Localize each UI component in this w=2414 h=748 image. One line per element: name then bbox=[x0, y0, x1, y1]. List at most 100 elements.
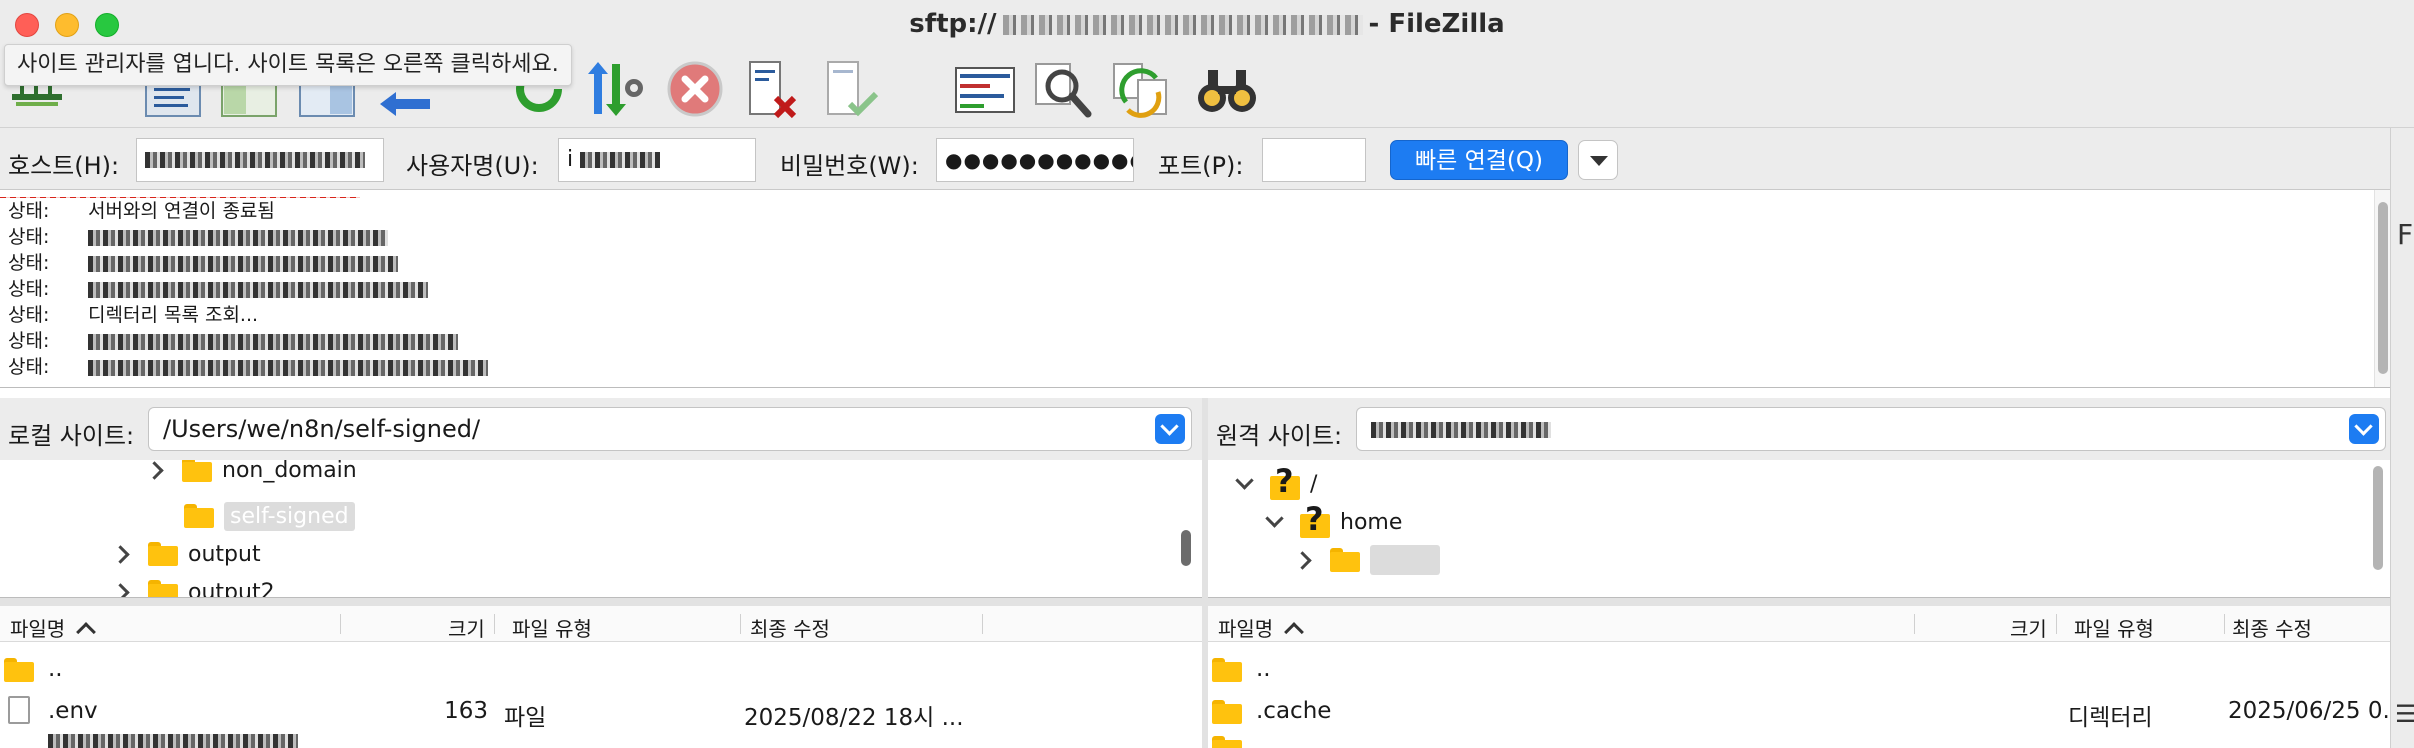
local-file-list-header: 파일명 크기 파일 유형 최종 수정 bbox=[0, 606, 1202, 642]
redacted-user-dir bbox=[1370, 545, 1440, 575]
local-path-combobox[interactable]: /Users/we/n8n/self-signed/ bbox=[148, 407, 1192, 451]
unknown-folder-icon bbox=[1300, 500, 1330, 538]
log-entry: 상태: bbox=[0, 328, 2390, 354]
chevron-right-icon[interactable] bbox=[110, 581, 132, 597]
column-size[interactable]: 크기 bbox=[448, 613, 485, 642]
column-type[interactable]: 파일 유형 bbox=[512, 613, 592, 642]
column-filename[interactable]: 파일명 bbox=[10, 613, 97, 642]
redacted-username bbox=[580, 152, 661, 168]
column-size[interactable]: 크기 bbox=[2010, 613, 2047, 642]
remote-file-list-header: 파일명 크기 파일 유형 최종 수정 bbox=[1208, 606, 2390, 642]
message-log: 상태: 서버와의 연결이 종료됨 상태: 상태: 상태: 상태: 디렉터리 목록 조회...… bbox=[0, 190, 2390, 388]
synchronized-browsing-button[interactable] bbox=[1108, 56, 1174, 122]
remote-tree-scrollbar[interactable] bbox=[2370, 460, 2390, 597]
chevron-down-icon[interactable] bbox=[1232, 473, 1254, 495]
redacted-log-text bbox=[88, 281, 428, 298]
log-entry: 상태: bbox=[0, 276, 2390, 302]
find-files-button[interactable] bbox=[1194, 56, 1260, 122]
local-file-list: 파일명 크기 파일 유형 최종 수정 .. .env 163 파일 2025/0… bbox=[0, 606, 1202, 748]
quickconnect-button[interactable]: 빠른 연결(Q) bbox=[1390, 140, 1568, 180]
cancel-operation-button[interactable] bbox=[662, 56, 728, 122]
redacted-host-value bbox=[145, 152, 365, 168]
username-label: 사용자명(U): bbox=[406, 152, 539, 180]
window-right-edge: F ☰ bbox=[2390, 128, 2414, 748]
filter-search-button[interactable] bbox=[1030, 56, 1096, 122]
quickconnect-bar: 호스트(H): 사용자명(U): i 비밀번호(W): ●●●●●●●●●●●●… bbox=[0, 128, 2414, 190]
log-scroll-thumb[interactable] bbox=[2378, 202, 2388, 374]
local-tree-scrollbar[interactable] bbox=[1178, 460, 1198, 597]
tree-item-non-domain[interactable]: non_domain bbox=[144, 460, 357, 488]
chevron-down-icon[interactable] bbox=[1262, 511, 1284, 533]
reconnect-icon bbox=[827, 61, 879, 117]
column-type[interactable]: 파일 유형 bbox=[2074, 613, 2154, 642]
tree-item-output[interactable]: output bbox=[110, 536, 261, 572]
table-row-partial[interactable] bbox=[1208, 732, 2390, 748]
username-input[interactable]: i bbox=[558, 138, 756, 182]
tree-item-output2[interactable]: output2 bbox=[110, 574, 275, 597]
remote-path-combobox[interactable] bbox=[1356, 407, 2386, 451]
column-modified[interactable]: 최종 수정 bbox=[750, 613, 830, 642]
redacted-log-text bbox=[88, 333, 458, 350]
redacted-log-text bbox=[88, 359, 488, 376]
cancel-icon bbox=[667, 61, 723, 117]
sort-ascending-icon bbox=[1284, 622, 1305, 642]
disconnect-button[interactable] bbox=[740, 56, 806, 122]
folder-icon bbox=[148, 580, 178, 597]
table-row[interactable]: .cache 디렉터리 2025/06/25 0... bbox=[1208, 690, 2390, 732]
host-input[interactable] bbox=[136, 138, 384, 182]
folder-icon bbox=[148, 542, 178, 566]
remote-path-dropdown-icon[interactable] bbox=[2349, 414, 2379, 444]
redacted-log-text bbox=[88, 255, 398, 272]
port-label: 포트(P): bbox=[1158, 152, 1244, 180]
quickconnect-history-dropdown[interactable] bbox=[1578, 140, 1618, 180]
redacted-host bbox=[1002, 14, 1363, 35]
search-icon bbox=[1035, 63, 1092, 118]
table-row[interactable]: .. bbox=[1208, 648, 2390, 690]
process-queue-button[interactable] bbox=[584, 56, 650, 122]
log-entry: 상태: bbox=[0, 224, 2390, 250]
host-label: 호스트(H): bbox=[8, 152, 120, 180]
unknown-folder-icon bbox=[1270, 462, 1300, 500]
remote-file-list: 파일명 크기 파일 유형 최종 수정 .. .cache 디렉터리 2025/0… bbox=[1208, 606, 2390, 748]
chevron-right-icon[interactable] bbox=[144, 460, 166, 481]
folder-icon bbox=[1212, 700, 1242, 724]
log-partial-line bbox=[0, 190, 2390, 198]
log-entry: 상태: 디렉터리 목록 조회... bbox=[8, 304, 259, 326]
chevron-right-icon[interactable] bbox=[110, 543, 132, 565]
remote-tree-scroll-thumb[interactable] bbox=[2373, 466, 2383, 570]
local-site-bar: 로컬 사이트: /Users/we/n8n/self-signed/ bbox=[0, 398, 1202, 460]
reconnect-button[interactable] bbox=[818, 56, 884, 122]
tree-item-home[interactable]: home bbox=[1262, 500, 1402, 540]
password-label: 비밀번호(W): bbox=[780, 152, 919, 180]
site-manager-tooltip: 사이트 관리자를 엽니다. 사이트 목록은 오른쪽 클릭하세요. bbox=[4, 44, 572, 86]
folder-icon bbox=[1330, 548, 1360, 572]
table-row-partial[interactable] bbox=[0, 732, 1202, 748]
redacted-remote-path bbox=[1371, 422, 1551, 438]
local-path-dropdown-icon[interactable] bbox=[1155, 414, 1185, 444]
tree-item-root[interactable]: / bbox=[1232, 462, 1317, 502]
port-input[interactable] bbox=[1262, 138, 1366, 182]
tree-item-self-signed[interactable]: self-signed bbox=[184, 498, 355, 534]
redacted-log-text bbox=[88, 229, 388, 246]
password-input[interactable]: ●●●●●●●●●●●● bbox=[936, 138, 1134, 182]
title-bar: sftp://- FileZilla bbox=[0, 0, 2414, 50]
log-scrollbar[interactable] bbox=[2374, 190, 2390, 387]
tree-item-user-dir[interactable] bbox=[1292, 542, 1440, 578]
folder-icon bbox=[182, 460, 212, 482]
folder-icon bbox=[184, 504, 214, 528]
local-splitter[interactable] bbox=[0, 598, 1202, 606]
local-tree-scroll-thumb[interactable] bbox=[1181, 530, 1191, 566]
directory-compare-button[interactable] bbox=[952, 56, 1018, 122]
remote-directory-tree: / home bbox=[1208, 460, 2390, 598]
directory-compare-icon bbox=[955, 67, 1015, 113]
chevron-right-icon[interactable] bbox=[1292, 549, 1314, 571]
remote-splitter[interactable] bbox=[1208, 598, 2390, 606]
process-queue-icon bbox=[588, 62, 643, 116]
local-path-text: /Users/we/n8n/self-signed/ bbox=[163, 415, 481, 443]
table-row[interactable]: .. bbox=[0, 648, 1202, 690]
log-entry: 상태: 서버와의 연결이 종료됨 bbox=[8, 200, 275, 222]
sync-browse-icon bbox=[1113, 63, 1167, 118]
column-modified[interactable]: 최종 수정 bbox=[2232, 613, 2312, 642]
table-row[interactable]: .env 163 파일 2025/08/22 18시 ... bbox=[0, 690, 1202, 732]
column-filename[interactable]: 파일명 bbox=[1218, 613, 1305, 642]
